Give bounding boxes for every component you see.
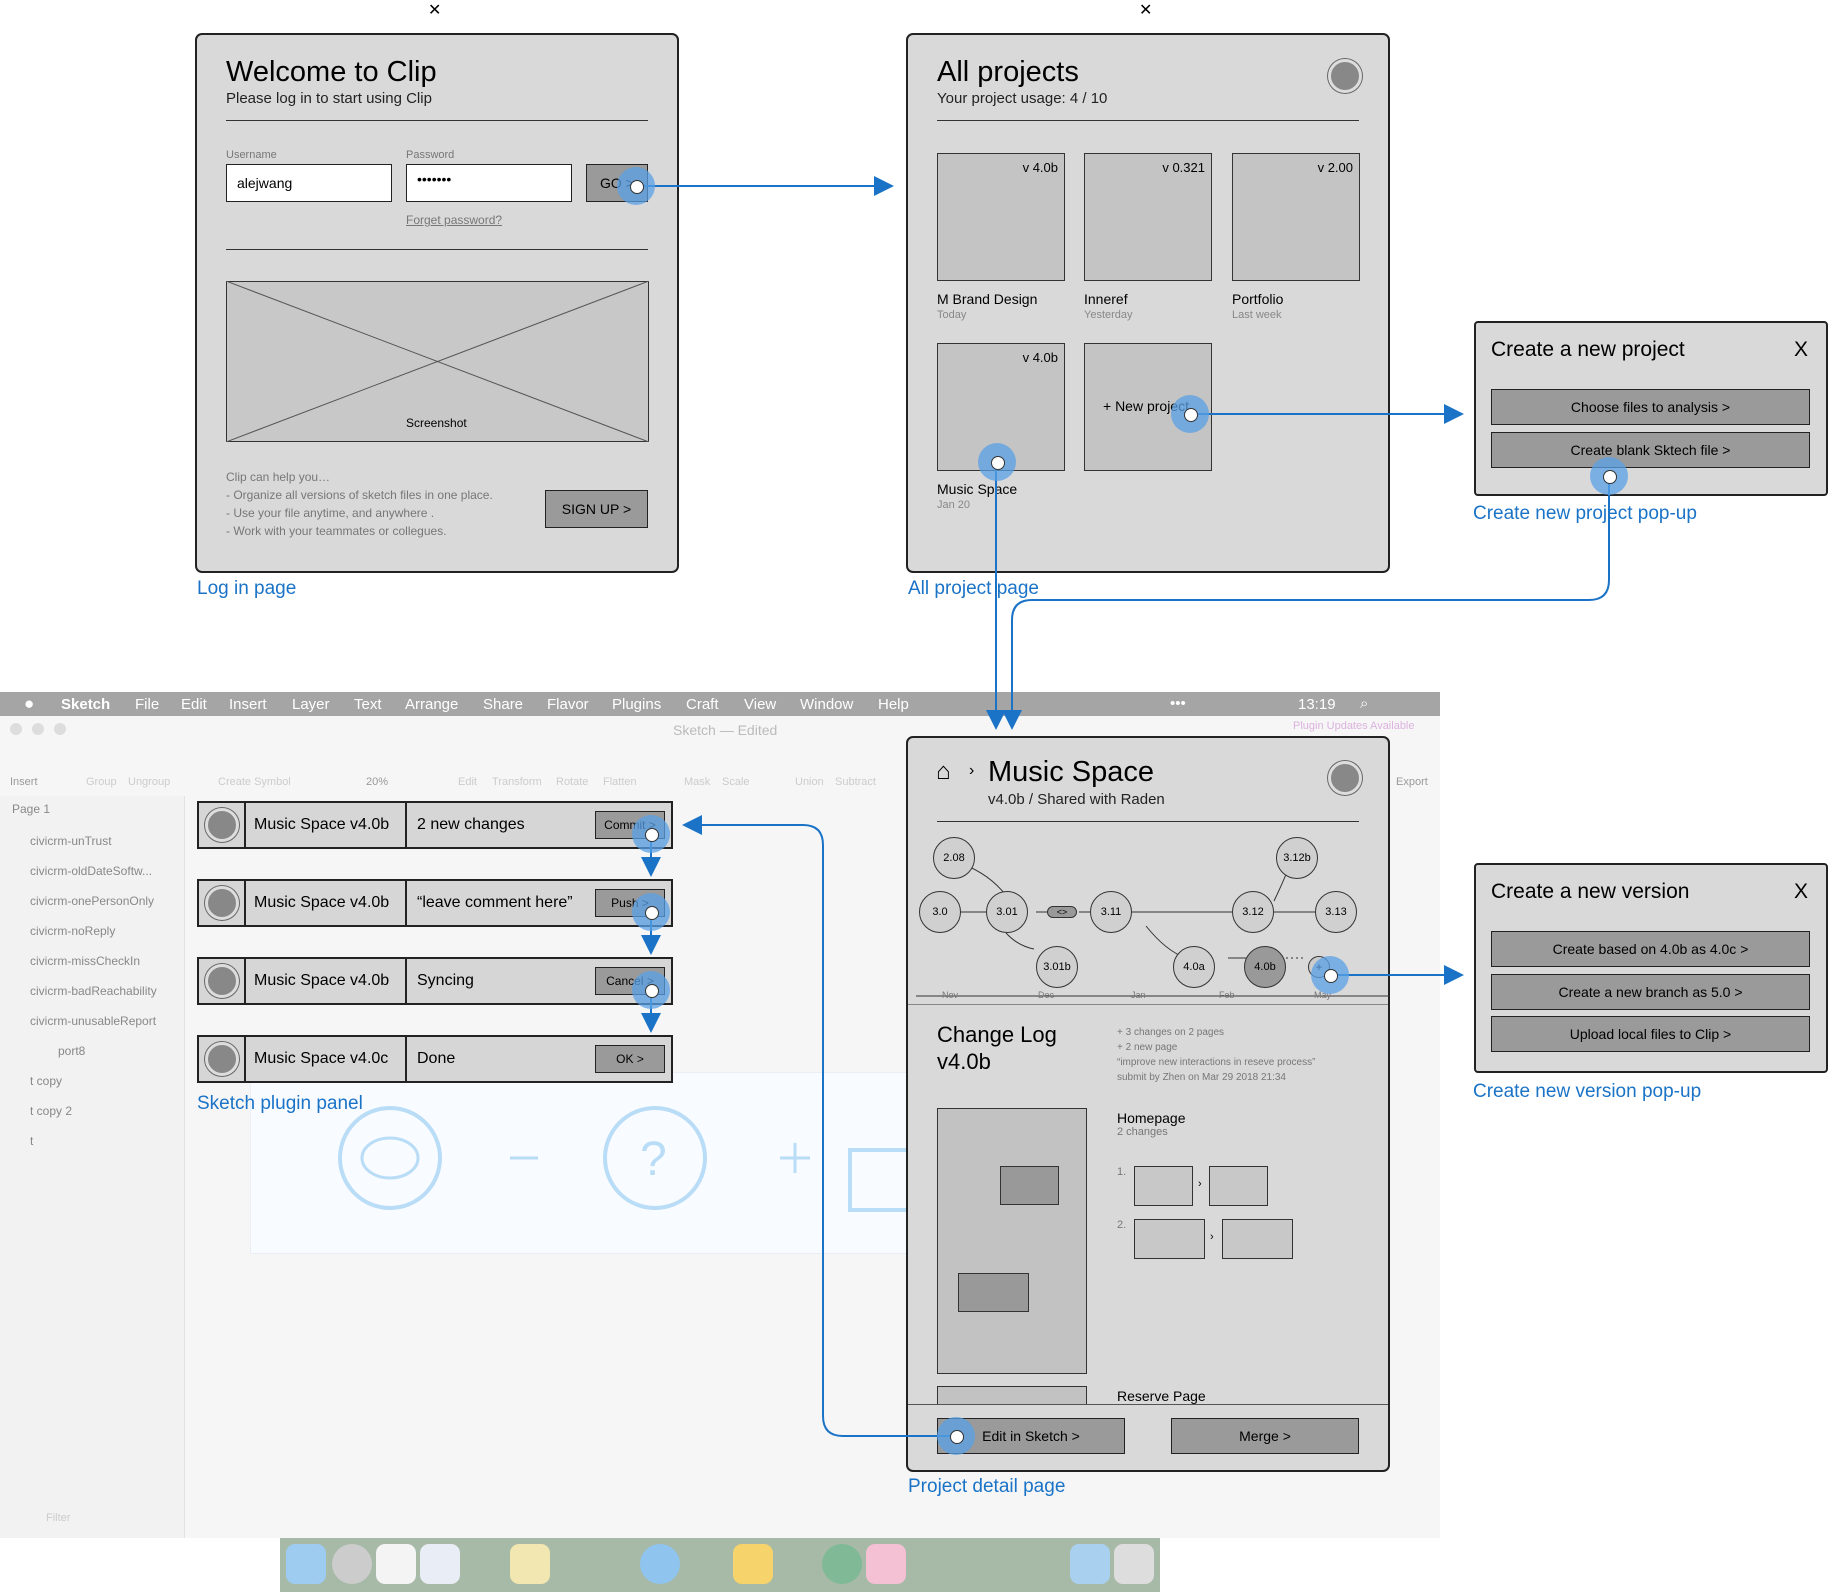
hotspot[interactable]	[1171, 395, 1209, 433]
hotspot[interactable]	[978, 443, 1016, 481]
hotspot[interactable]	[1311, 956, 1349, 994]
hotspot[interactable]	[1590, 457, 1628, 495]
hotspot[interactable]	[632, 815, 670, 853]
hotspot[interactable]	[632, 893, 670, 931]
flow-arrows	[636, 176, 1610, 1437]
hotspot[interactable]	[632, 971, 670, 1009]
hotspot[interactable]	[617, 167, 655, 205]
hotspot[interactable]	[937, 1417, 975, 1455]
